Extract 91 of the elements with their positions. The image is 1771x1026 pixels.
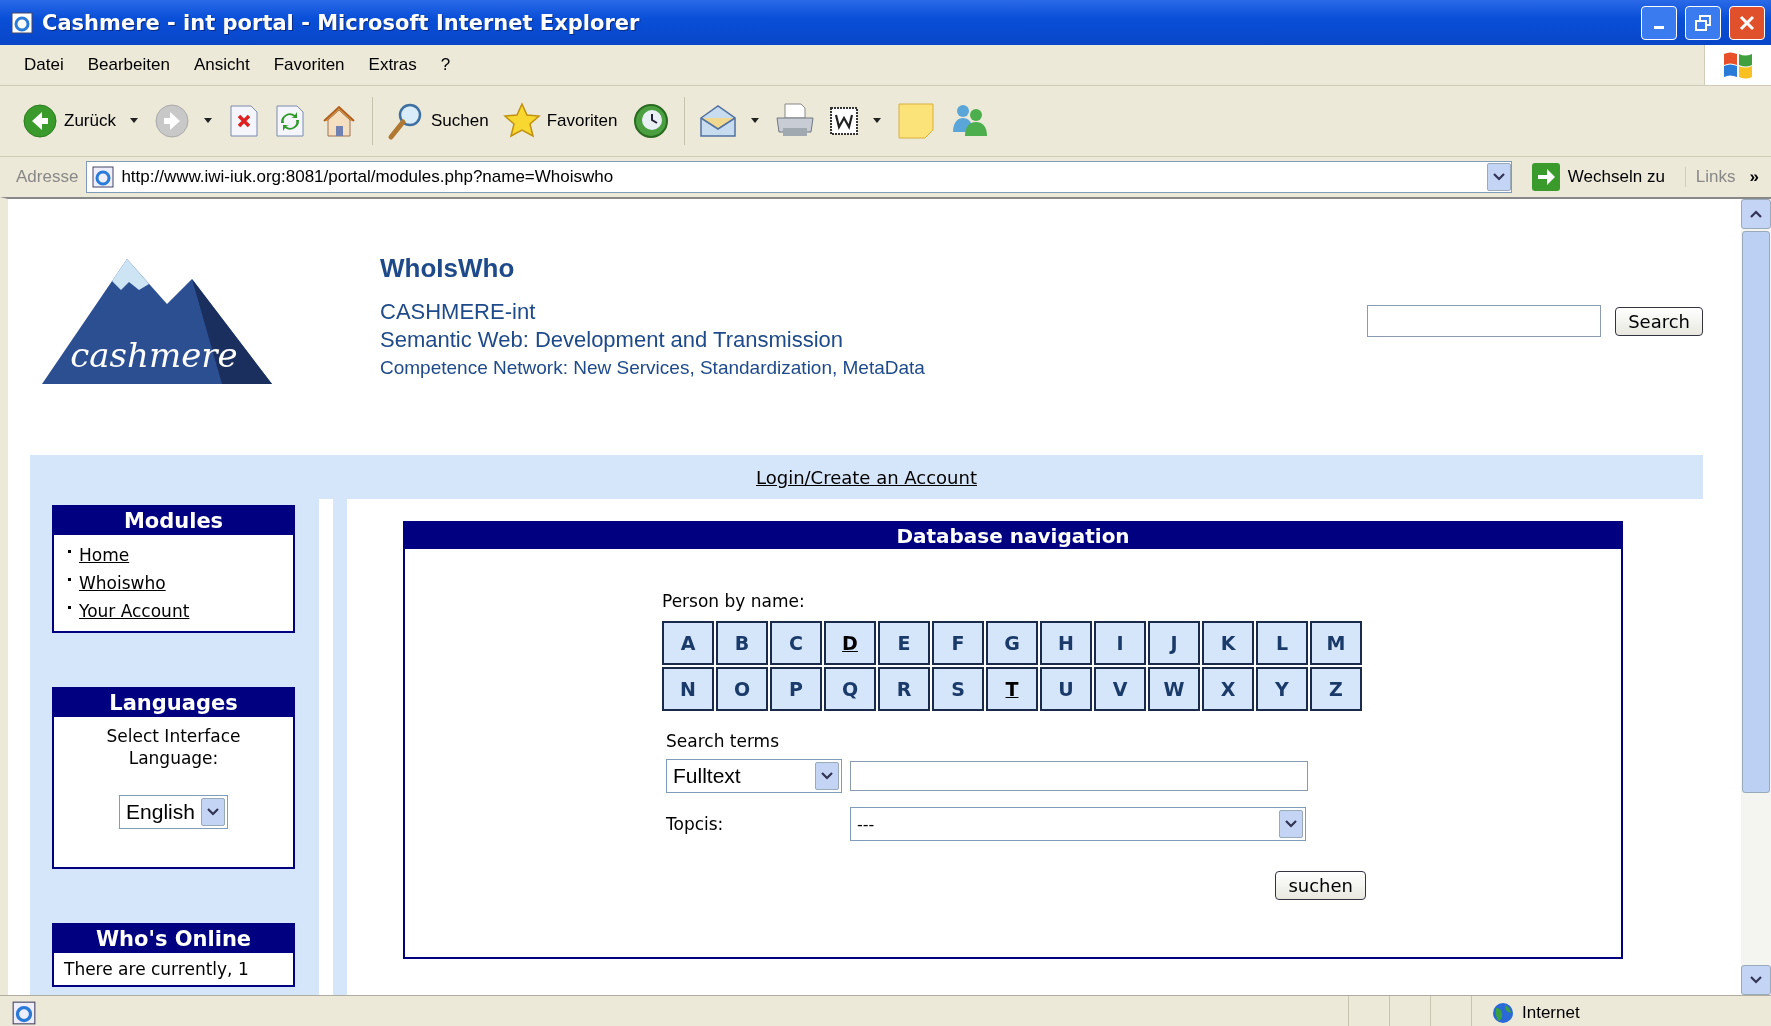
refresh-icon <box>273 104 306 138</box>
subtitle: Competence Network: New Services, Standardization, MetaData <box>380 356 926 380</box>
toolbar-button[interactable]: Zurück <box>22 103 140 139</box>
search-terms-field[interactable] <box>850 761 1308 791</box>
letter-button[interactable]: K <box>1202 621 1254 665</box>
module-link[interactable]: Home <box>79 545 130 565</box>
menu-item[interactable]: Favoriten <box>261 55 357 75</box>
restore-icon <box>1695 14 1711 31</box>
letter-button[interactable]: R <box>878 667 930 711</box>
block-title: Modules <box>54 507 293 535</box>
letter-button[interactable]: B <box>716 621 768 665</box>
go-button[interactable]: Wechseln zu <box>1519 163 1677 191</box>
letter-button[interactable]: F <box>932 621 984 665</box>
address-label: Adresse <box>16 167 79 187</box>
subtitle: CASHMERE-int <box>380 298 537 326</box>
close-icon <box>1739 14 1755 31</box>
zone-label: Internet <box>1522 1002 1580 1023</box>
toolbar-button[interactable] <box>828 106 883 136</box>
letter-button[interactable]: L <box>1256 621 1308 665</box>
bullet-icon <box>68 605 71 609</box>
window-title: Cashmere - int portal - Microsoft Internet Explorer <box>42 10 641 35</box>
letter-button[interactable]: J <box>1148 621 1200 665</box>
module-link[interactable]: Whoiswho <box>79 573 166 593</box>
block-title: Who's Online <box>54 925 293 953</box>
person-label: Person by name: <box>662 591 806 611</box>
address-field[interactable]: http://www.iwi-iuk.org:8081/portal/modules.php?name=Whoiswho <box>86 161 1512 193</box>
toolbar-button[interactable]: Favoriten <box>502 102 618 140</box>
globe-icon <box>1492 1001 1514 1024</box>
letter-button[interactable]: T <box>986 667 1038 711</box>
letter-button[interactable]: V <box>1094 667 1146 711</box>
browser-icon <box>10 10 34 35</box>
page-title: WhoIsWho <box>380 253 516 284</box>
menu-item[interactable]: Bearbeiten <box>75 55 182 75</box>
page-icon <box>91 165 116 189</box>
close-button[interactable] <box>1729 5 1765 40</box>
menu-item[interactable]: Ansicht <box>181 55 262 75</box>
letter-button[interactable]: G <box>986 621 1038 665</box>
logo-text: cashmere <box>70 335 238 375</box>
document-icon <box>828 106 859 136</box>
clock-icon <box>631 102 670 140</box>
letter-button[interactable]: W <box>1148 667 1200 711</box>
letter-button[interactable]: E <box>878 621 930 665</box>
menu-item[interactable]: Datei <box>12 55 76 75</box>
letter-button[interactable]: X <box>1202 667 1254 711</box>
menu-item[interactable]: ? <box>428 55 463 75</box>
more-chevron[interactable]: » <box>1743 167 1765 187</box>
letter-button[interactable]: I <box>1094 621 1146 665</box>
topics-select[interactable]: --- <box>850 807 1306 841</box>
letter-button[interactable]: U <box>1040 667 1092 711</box>
search-button[interactable]: Search <box>1615 306 1703 336</box>
bullet-icon <box>68 549 71 553</box>
star-icon <box>502 102 541 140</box>
letter-button[interactable]: H <box>1040 621 1092 665</box>
letter-button[interactable]: Y <box>1256 667 1308 711</box>
search-terms-label: Search terms <box>666 731 781 751</box>
minimize-icon <box>1654 26 1664 29</box>
submit-button[interactable]: suchen <box>1275 871 1366 900</box>
language-select[interactable]: English <box>119 795 228 829</box>
restore-button[interactable] <box>1685 5 1721 40</box>
block-title: Languages <box>54 689 293 717</box>
windows-flag-icon <box>1722 50 1754 80</box>
letter-button[interactable]: M <box>1310 621 1362 665</box>
menu-item[interactable]: Extras <box>356 55 429 75</box>
page-icon <box>10 999 38 1026</box>
topics-label: Topcis: <box>666 814 725 834</box>
letter-button[interactable]: D <box>824 621 876 665</box>
scrollbar[interactable] <box>1741 199 1771 995</box>
scroll-up-icon[interactable] <box>1750 210 1762 218</box>
letter-button[interactable]: A <box>662 621 714 665</box>
scroll-down-icon[interactable] <box>1750 976 1762 984</box>
letter-button[interactable]: S <box>932 667 984 711</box>
minimize-button[interactable] <box>1641 5 1677 40</box>
login-link[interactable]: Login/Create an Account <box>756 466 977 488</box>
letter-button[interactable]: N <box>662 667 714 711</box>
search-field[interactable] <box>1367 305 1602 337</box>
search-type-select[interactable]: Fulltext <box>666 759 842 793</box>
stop-icon <box>227 104 260 138</box>
panel-title: Database navigation <box>405 523 1621 549</box>
letter-button[interactable]: O <box>716 667 768 711</box>
letter-button[interactable]: Z <box>1310 667 1362 711</box>
envelope-icon <box>698 104 737 138</box>
bullet-icon <box>68 577 71 581</box>
subtitle: Semantic Web: Development and Transmission <box>380 326 845 354</box>
module-link[interactable]: Your Account <box>79 601 190 621</box>
letter-button[interactable]: Q <box>824 667 876 711</box>
sticky-note-icon <box>896 102 935 140</box>
letter-button[interactable]: C <box>770 621 822 665</box>
language-prompt: Select Interface Language: <box>105 725 242 769</box>
toolbar-button[interactable]: Suchen <box>386 101 489 141</box>
letter-button[interactable]: P <box>770 667 822 711</box>
online-text: There are currently, 1 <box>63 958 250 981</box>
